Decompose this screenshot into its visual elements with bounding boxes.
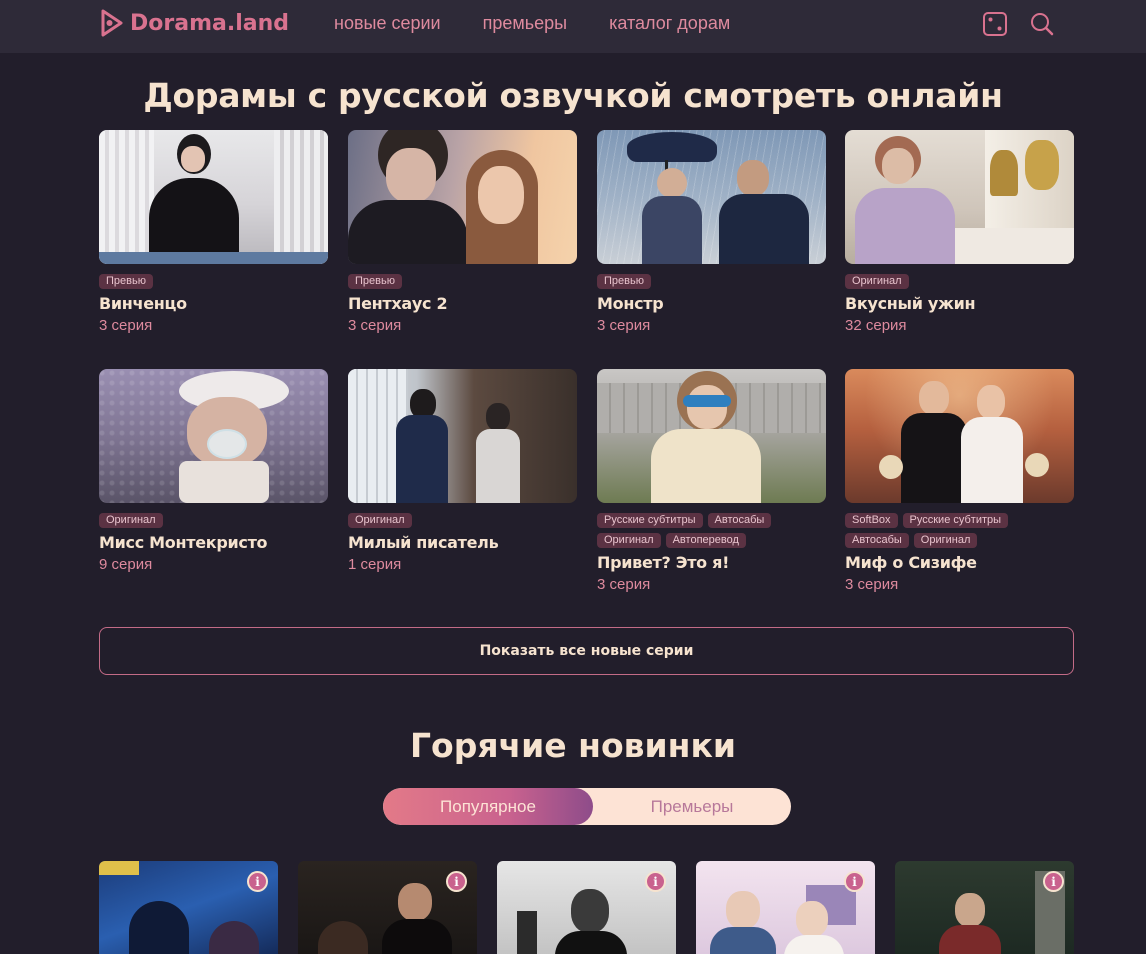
poster-card[interactable]: i (298, 861, 477, 954)
card-episode: 3 серия (348, 317, 402, 334)
badge: Превью (99, 274, 153, 289)
poster-art (710, 927, 776, 954)
badge-list: Превью (99, 274, 328, 289)
episode-thumbnail[interactable] (845, 369, 1074, 503)
episode-card[interactable]: Превью Пентхаус 2 3 серия (348, 130, 577, 334)
episode-card[interactable]: SoftBox Русские субтитры Автосабы Оригин… (845, 369, 1074, 593)
card-episode: 3 серия (845, 576, 899, 593)
card-title[interactable]: Вкусный ужин (845, 294, 1074, 313)
badge: Превью (597, 274, 651, 289)
site-header: Dorama.land новые серии премьеры каталог… (0, 0, 1146, 53)
poster-art (796, 901, 828, 937)
card-episode: 3 серия (597, 576, 651, 593)
episode-card[interactable]: Оригинал Милый писатель 1 серия (348, 369, 577, 573)
card-title[interactable]: Мисс Монтекристо (99, 533, 328, 552)
episode-thumbnail[interactable] (348, 130, 577, 264)
logo-play-icon (101, 9, 123, 37)
poster-art (939, 925, 1001, 954)
badge: Русские субтитры (597, 513, 703, 528)
nav-new-episodes[interactable]: новые серии (334, 13, 441, 34)
episode-thumbnail[interactable] (845, 130, 1074, 264)
episode-card[interactable]: Оригинал Вкусный ужин 32 серия (845, 130, 1074, 334)
info-icon[interactable]: i (1043, 871, 1064, 892)
episode-card[interactable]: Превью Винченцо 3 серия (99, 130, 328, 334)
episode-thumbnail[interactable] (348, 369, 577, 503)
badge: Автосабы (707, 513, 772, 528)
card-episode: 32 серия (845, 317, 907, 334)
badge: Оригинал (597, 533, 661, 548)
random-dice-icon[interactable] (982, 11, 1008, 37)
badge: Автосабы (845, 533, 909, 548)
card-episode: 9 серия (99, 556, 153, 573)
nav-premieres[interactable]: премьеры (483, 13, 567, 34)
poster-art (318, 921, 368, 954)
info-icon[interactable]: i (645, 871, 666, 892)
section-title-new-episodes: Дорамы с русской озвучкой смотреть онлай… (143, 76, 1003, 115)
badge-list: Оригинал (99, 513, 328, 528)
poster-art (955, 893, 985, 927)
search-icon[interactable] (1029, 11, 1055, 37)
episode-card[interactable]: Превью Монстр 3 серия (597, 130, 826, 334)
badge: SoftBox (845, 513, 898, 528)
card-episode: 1 серия (348, 556, 402, 573)
badge: Оригинал (348, 513, 412, 528)
badge-list: Русские субтитры Автосабы Оригинал Автоп… (597, 513, 826, 548)
badge-list: Превью (348, 274, 577, 289)
poster-card[interactable]: i (99, 861, 278, 954)
badge-list: Оригинал (845, 274, 1074, 289)
card-episode: 3 серия (597, 317, 651, 334)
poster-card[interactable]: i (895, 861, 1074, 954)
poster-card[interactable]: i (497, 861, 676, 954)
poster-art (209, 921, 259, 954)
episode-thumbnail[interactable] (597, 369, 826, 503)
episode-card[interactable]: Оригинал Мисс Монтекристо 9 серия (99, 369, 328, 573)
poster-art (517, 911, 537, 954)
card-title[interactable]: Миф о Сизифе (845, 553, 1074, 572)
show-all-episodes-button[interactable]: Показать все новые серии (99, 627, 1074, 675)
poster-art (784, 935, 844, 954)
poster-art (571, 889, 609, 933)
poster-art (555, 931, 627, 954)
badge: Оригинал (913, 533, 978, 548)
main-nav: новые серии премьеры каталог дорам (334, 13, 772, 34)
info-icon[interactable]: i (844, 871, 865, 892)
poster-art (726, 891, 760, 929)
nav-catalog[interactable]: каталог дорам (609, 13, 730, 34)
episode-thumbnail[interactable] (597, 130, 826, 264)
card-title[interactable]: Милый писатель (348, 533, 577, 552)
logo-text: Dorama.land (130, 10, 289, 36)
site-logo[interactable]: Dorama.land (100, 8, 289, 38)
poster-art (382, 919, 452, 954)
episode-card[interactable]: Русские субтитры Автосабы Оригинал Автоп… (597, 369, 826, 593)
episode-thumbnail[interactable] (99, 369, 328, 503)
card-title[interactable]: Монстр (597, 294, 826, 313)
poster-art (129, 901, 189, 954)
poster-card[interactable]: i (696, 861, 875, 954)
badge: Автоперевод (665, 533, 746, 548)
card-title[interactable]: Винченцо (99, 294, 328, 313)
badge-list: Оригинал (348, 513, 577, 528)
badge: Русские субтитры (902, 513, 1009, 528)
tab-popular[interactable]: Популярное (383, 788, 593, 825)
info-icon[interactable]: i (446, 871, 467, 892)
tab-premieres[interactable]: Премьеры (593, 788, 791, 825)
section-title-hot-new: Горячие новинки (410, 726, 736, 765)
info-icon[interactable]: i (247, 871, 268, 892)
badge-list: Превью (597, 274, 826, 289)
card-title[interactable]: Пентхаус 2 (348, 294, 577, 313)
card-episode: 3 серия (99, 317, 153, 334)
badge: Оригинал (99, 513, 163, 528)
badge: Оригинал (845, 274, 909, 289)
badge-list: SoftBox Русские субтитры Автосабы Оригин… (845, 513, 1074, 548)
poster-art (398, 883, 432, 921)
card-title[interactable]: Привет? Это я! (597, 553, 826, 572)
episode-thumbnail[interactable] (99, 130, 328, 264)
poster-art (99, 861, 139, 875)
badge: Превью (348, 274, 402, 289)
hot-tabs: Популярное Премьеры (383, 788, 791, 825)
